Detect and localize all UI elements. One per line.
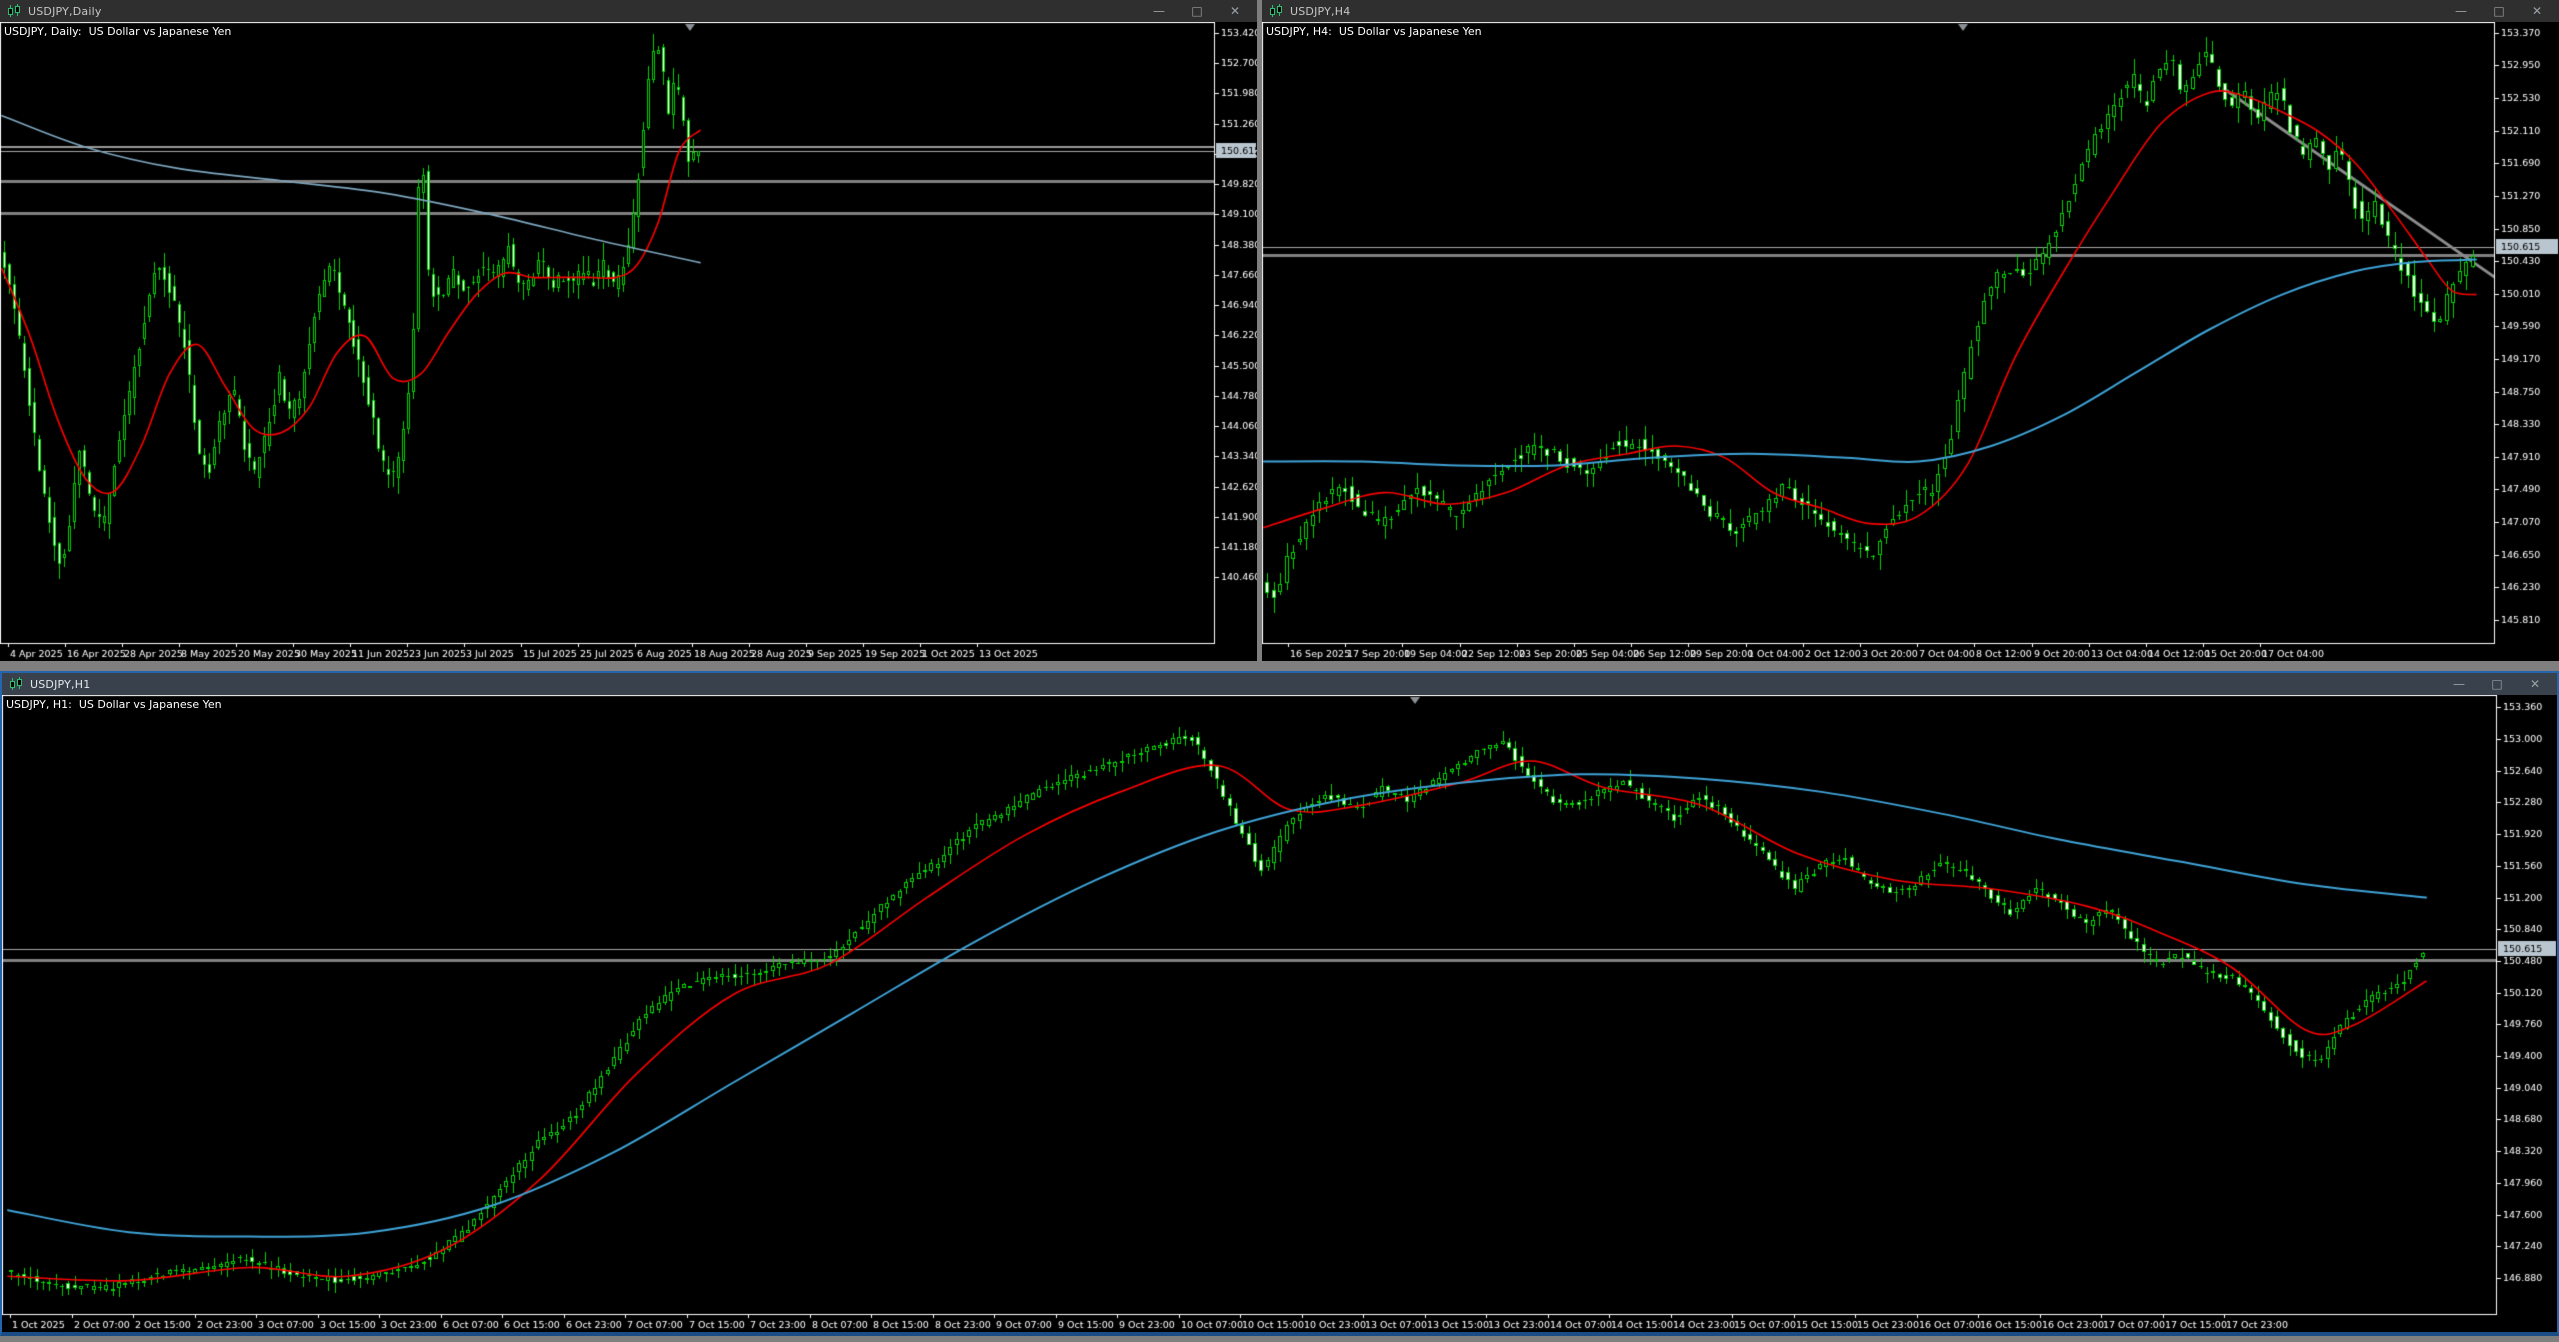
- window-title: USDJPY,H1: [30, 678, 90, 691]
- mdi-workspace: USDJPY,Daily — □ ✕ USDJPY, Daily: US Dol…: [0, 0, 2559, 1342]
- chart-area-h1[interactable]: USDJPY, H1: US Dollar vs Japanese Yen: [2, 695, 2557, 1332]
- h1-chart-canvas[interactable]: [2, 695, 2557, 1332]
- minimize-button[interactable]: —: [1151, 0, 1167, 22]
- h4-chart-canvas[interactable]: [1262, 22, 2559, 661]
- minimize-button[interactable]: —: [2453, 0, 2469, 22]
- chart-window-h4: USDJPY,H4 — □ ✕ USDJPY, H4: US Dollar vs…: [1262, 0, 2559, 661]
- window-titlebar[interactable]: USDJPY,H1 — □ ✕: [2, 673, 2557, 695]
- close-button[interactable]: ✕: [2527, 673, 2543, 695]
- maximize-button[interactable]: □: [2491, 0, 2507, 22]
- minimize-button[interactable]: —: [2451, 673, 2467, 695]
- maximize-button[interactable]: □: [2489, 673, 2505, 695]
- candlestick-icon: [1269, 4, 1283, 18]
- close-button[interactable]: ✕: [2529, 0, 2545, 22]
- daily-chart-canvas[interactable]: [0, 22, 1257, 661]
- window-titlebar[interactable]: USDJPY,H4 — □ ✕: [1262, 0, 2559, 22]
- maximize-button[interactable]: □: [1189, 0, 1205, 22]
- chart-area-daily[interactable]: USDJPY, Daily: US Dollar vs Japanese Yen: [0, 22, 1257, 661]
- chart-window-h1: USDJPY,H1 — □ ✕ USDJPY, H1: US Dollar vs…: [0, 671, 2559, 1336]
- window-title: USDJPY,H4: [1290, 5, 1350, 18]
- candlestick-icon: [9, 677, 23, 691]
- window-titlebar[interactable]: USDJPY,Daily — □ ✕: [0, 0, 1257, 22]
- chart-window-daily: USDJPY,Daily — □ ✕ USDJPY, Daily: US Dol…: [0, 0, 1257, 661]
- close-button[interactable]: ✕: [1227, 0, 1243, 22]
- chart-area-h4[interactable]: USDJPY, H4: US Dollar vs Japanese Yen: [1262, 22, 2559, 661]
- window-title: USDJPY,Daily: [28, 5, 102, 18]
- candlestick-icon: [7, 4, 21, 18]
